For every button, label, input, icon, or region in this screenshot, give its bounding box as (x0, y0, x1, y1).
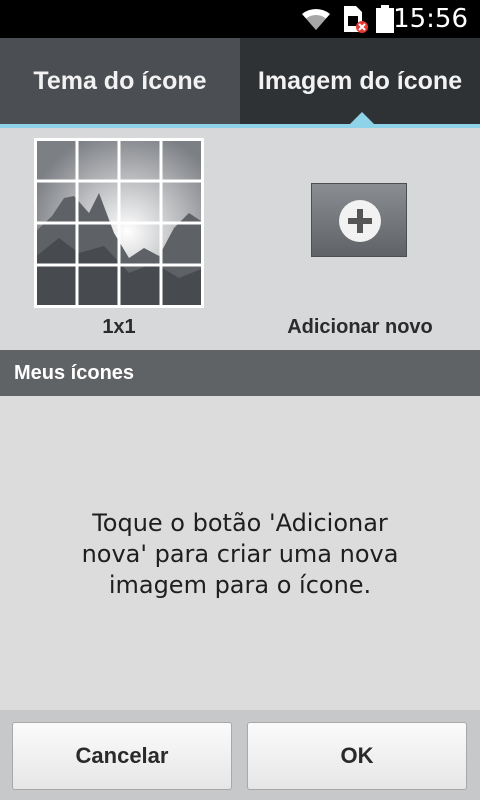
cancel-button[interactable]: Cancelar (12, 722, 232, 790)
tab-icon-theme[interactable]: Tema do ícone (0, 38, 240, 124)
plus-icon (339, 200, 381, 242)
thumbnail-size-label: 1x1 (102, 316, 136, 338)
clock: 15:56 (393, 4, 468, 34)
add-new-button[interactable] (311, 183, 407, 257)
bottom-button-bar: Cancelar OK (0, 710, 480, 800)
battery-icon (376, 5, 394, 33)
icon-thumbnail-1x1[interactable] (34, 138, 204, 308)
my-icons-header: Meus ícones (0, 350, 480, 396)
sim-error-icon (344, 6, 368, 33)
ok-button[interactable]: OK (247, 722, 467, 790)
add-new-label: Adicionar novo (287, 316, 433, 338)
empty-state-message: Toque o botão 'Adicionar nova' para cria… (81, 509, 399, 599)
mountain-image-icon (34, 138, 204, 308)
my-icons-list: Toque o botão 'Adicionar nova' para cria… (0, 396, 480, 710)
tab-bar: Tema do ícone Imagem do ícone (0, 38, 480, 124)
selected-tab-indicator (350, 112, 374, 124)
icon-options-area: 1x1 Adicionar novo (0, 128, 480, 350)
status-bar: 15:56 (0, 0, 480, 38)
wifi-icon (302, 8, 330, 30)
